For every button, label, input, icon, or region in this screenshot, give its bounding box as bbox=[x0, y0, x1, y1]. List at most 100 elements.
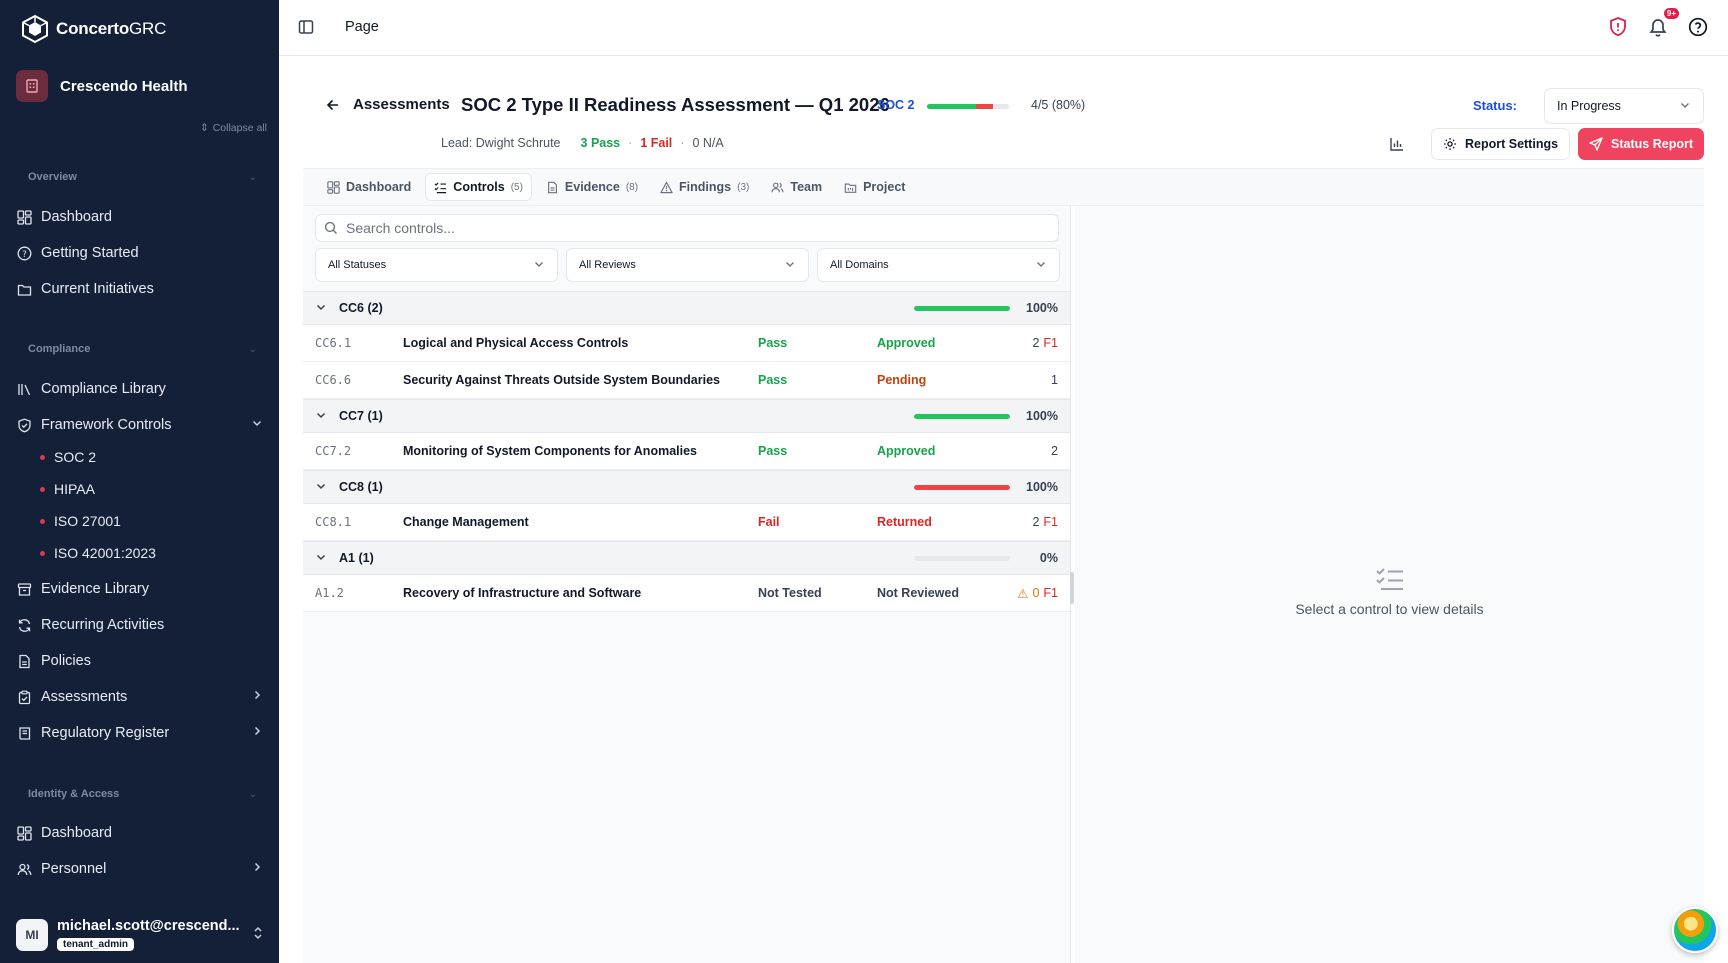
report-settings-label: Report Settings bbox=[1464, 137, 1559, 151]
control-group-header[interactable]: CC6 (2) 100% bbox=[303, 291, 1070, 325]
resize-handle[interactable] bbox=[1070, 572, 1074, 604]
tab-label: Findings bbox=[679, 180, 732, 194]
book-icon bbox=[16, 725, 32, 741]
collapse-all-button[interactable]: ⇕ Collapse all bbox=[200, 122, 267, 134]
controls-table: CC6 (2) 100% CC6.1 Logical and Physical Acc… bbox=[303, 291, 1070, 612]
group-progress-bar bbox=[914, 484, 1010, 490]
chevron-down-icon bbox=[251, 417, 263, 433]
top-bar: Page 9+ bbox=[279, 0, 1728, 56]
sidebar-item-getting-started[interactable]: ? Getting Started bbox=[16, 238, 263, 268]
control-row[interactable]: CC8.1 Change Management Fail Returned 2 F1 bbox=[303, 504, 1070, 541]
shield-alert-icon[interactable] bbox=[1608, 16, 1628, 41]
sidebar-item-current-initiatives[interactable]: Current Initiatives bbox=[16, 274, 263, 304]
control-name: Security Against Threats Outside System … bbox=[403, 373, 720, 387]
status-select[interactable]: In Progress bbox=[1544, 88, 1704, 124]
control-name: Change Management bbox=[403, 515, 529, 529]
user-menu[interactable]: MI michael.scott@crescend... tenant_admi… bbox=[16, 918, 264, 951]
bullet-dot bbox=[40, 518, 45, 524]
report-settings-button[interactable]: Report Settings bbox=[1430, 128, 1571, 160]
sidebar-item-label: Compliance Library bbox=[41, 381, 166, 397]
sidebar-item-label: Policies bbox=[41, 653, 91, 669]
sidebar-item-regulatory-register[interactable]: Regulatory Register bbox=[16, 718, 263, 748]
section-identity-access[interactable]: Identity & Access bbox=[28, 788, 119, 800]
control-group-header[interactable]: A1 (1) 0% bbox=[303, 541, 1070, 575]
bullet-dot bbox=[40, 550, 45, 556]
sidebar-item-policies[interactable]: Policies bbox=[16, 646, 263, 676]
tab-label: Dashboard bbox=[346, 180, 412, 194]
section-compliance[interactable]: Compliance bbox=[28, 343, 90, 355]
tab-evidence[interactable]: Evidence (8) bbox=[538, 173, 646, 201]
file-icon bbox=[547, 181, 557, 193]
status-filter[interactable]: All Statuses bbox=[315, 248, 558, 282]
sidebar-item-label: Getting Started bbox=[41, 245, 139, 261]
fail-count: 1 Fail bbox=[640, 136, 673, 150]
notifications-button[interactable]: 9+ bbox=[1648, 8, 1679, 41]
bullet-dot bbox=[40, 486, 45, 492]
back-link[interactable]: Assessments bbox=[325, 96, 450, 113]
chevron-down-icon bbox=[784, 258, 796, 273]
chart-icon[interactable] bbox=[1383, 129, 1411, 159]
finding-badge: F1 bbox=[1043, 515, 1058, 529]
sidebar-item-dashboard[interactable]: Dashboard bbox=[16, 202, 263, 232]
user-info: michael.scott@crescend... tenant_admin bbox=[57, 918, 240, 951]
sidebar-item-ia-dashboard[interactable]: Dashboard bbox=[16, 818, 263, 848]
domain-filter[interactable]: All Domains bbox=[817, 248, 1060, 282]
sidebar-item-evidence-library[interactable]: Evidence Library bbox=[16, 574, 263, 604]
framework-tag: SOC 2 bbox=[877, 98, 915, 112]
assessment-title: SOC 2 Type II Readiness Assessment — Q1 … bbox=[461, 94, 890, 115]
control-group-header[interactable]: CC7 (1) 100% bbox=[303, 399, 1070, 433]
sidebar-item-compliance-library[interactable]: Compliance Library bbox=[16, 374, 263, 404]
tab-controls[interactable]: Controls (5) bbox=[425, 173, 532, 201]
chevron-down-icon[interactable]: ⌄ bbox=[249, 344, 257, 355]
chevron-down-icon bbox=[315, 409, 339, 424]
tab-team[interactable]: Team bbox=[763, 173, 830, 201]
group-percent: 100% bbox=[1026, 301, 1058, 315]
brand-logo[interactable]: ConcertoGRC bbox=[20, 14, 166, 44]
status-report-button[interactable]: Status Report bbox=[1578, 128, 1704, 160]
section-overview[interactable]: Overview bbox=[28, 171, 77, 183]
brand-name: ConcertoGRC bbox=[56, 19, 167, 38]
group-percent: 0% bbox=[1039, 551, 1058, 565]
sidebar-subitem-iso27001[interactable]: ISO 27001 bbox=[40, 508, 121, 534]
help-icon[interactable] bbox=[1688, 17, 1708, 40]
sidebar-toggle-icon[interactable] bbox=[297, 18, 315, 39]
chevron-down-icon[interactable]: ⌄ bbox=[249, 789, 257, 800]
control-row[interactable]: CC7.2 Monitoring of System Components for… bbox=[303, 433, 1070, 470]
tab-project[interactable]: Project bbox=[836, 173, 913, 201]
control-row[interactable]: CC6.1 Logical and Physical Access Control… bbox=[303, 325, 1070, 362]
gear-icon bbox=[1443, 138, 1456, 150]
sidebar-item-framework-controls[interactable]: Framework Controls bbox=[16, 410, 263, 440]
assistant-launcher-button[interactable] bbox=[1672, 907, 1718, 953]
breadcrumb: Assessments bbox=[353, 96, 450, 113]
sidebar-subitem-hipaa[interactable]: HIPAA bbox=[40, 476, 95, 502]
group-progress-fill bbox=[914, 484, 1010, 490]
test-status: Pass bbox=[758, 373, 788, 387]
tab-findings[interactable]: Findings (3) bbox=[652, 173, 757, 201]
review-status: Pending bbox=[877, 373, 927, 387]
tab-dashboard[interactable]: Dashboard bbox=[319, 173, 419, 201]
test-status: Pass bbox=[758, 336, 788, 350]
sidebar-item-label: Dashboard bbox=[41, 825, 112, 841]
sidebar-subitem-soc2[interactable]: SOC 2 bbox=[40, 444, 96, 470]
review-filter[interactable]: All Reviews bbox=[566, 248, 809, 282]
building-icon bbox=[16, 70, 48, 102]
na-count: 0 N/A bbox=[692, 136, 724, 150]
search-input[interactable]: Search controls... bbox=[315, 214, 1059, 242]
separator-dot: · bbox=[628, 136, 633, 150]
group-label: CC7 (1) bbox=[339, 409, 383, 423]
control-row[interactable]: A1.2 Recovery of Infrastructure and Softw… bbox=[303, 575, 1070, 612]
control-id: CC6.1 bbox=[315, 336, 352, 350]
sidebar-subitem-iso42001[interactable]: ISO 42001:2023 bbox=[40, 540, 156, 566]
control-group-header[interactable]: CC8 (1) 100% bbox=[303, 470, 1070, 504]
org-switcher[interactable]: Crescendo Health bbox=[16, 70, 188, 102]
chevron-down-icon bbox=[315, 480, 339, 495]
control-row[interactable]: CC6.6 Security Against Threats Outside Sy… bbox=[303, 362, 1070, 399]
sidebar-item-recurring-activities[interactable]: Recurring Activities bbox=[16, 610, 263, 640]
chevron-down-icon[interactable]: ⌄ bbox=[249, 172, 257, 183]
filter-value: All Statuses bbox=[328, 259, 387, 271]
sidebar-item-assessments[interactable]: Assessments bbox=[16, 682, 263, 712]
group-percent: 100% bbox=[1026, 480, 1058, 494]
status-value: In Progress bbox=[1557, 99, 1621, 113]
sidebar-item-personnel[interactable]: Personnel bbox=[16, 854, 263, 884]
bell-icon bbox=[1649, 19, 1667, 37]
